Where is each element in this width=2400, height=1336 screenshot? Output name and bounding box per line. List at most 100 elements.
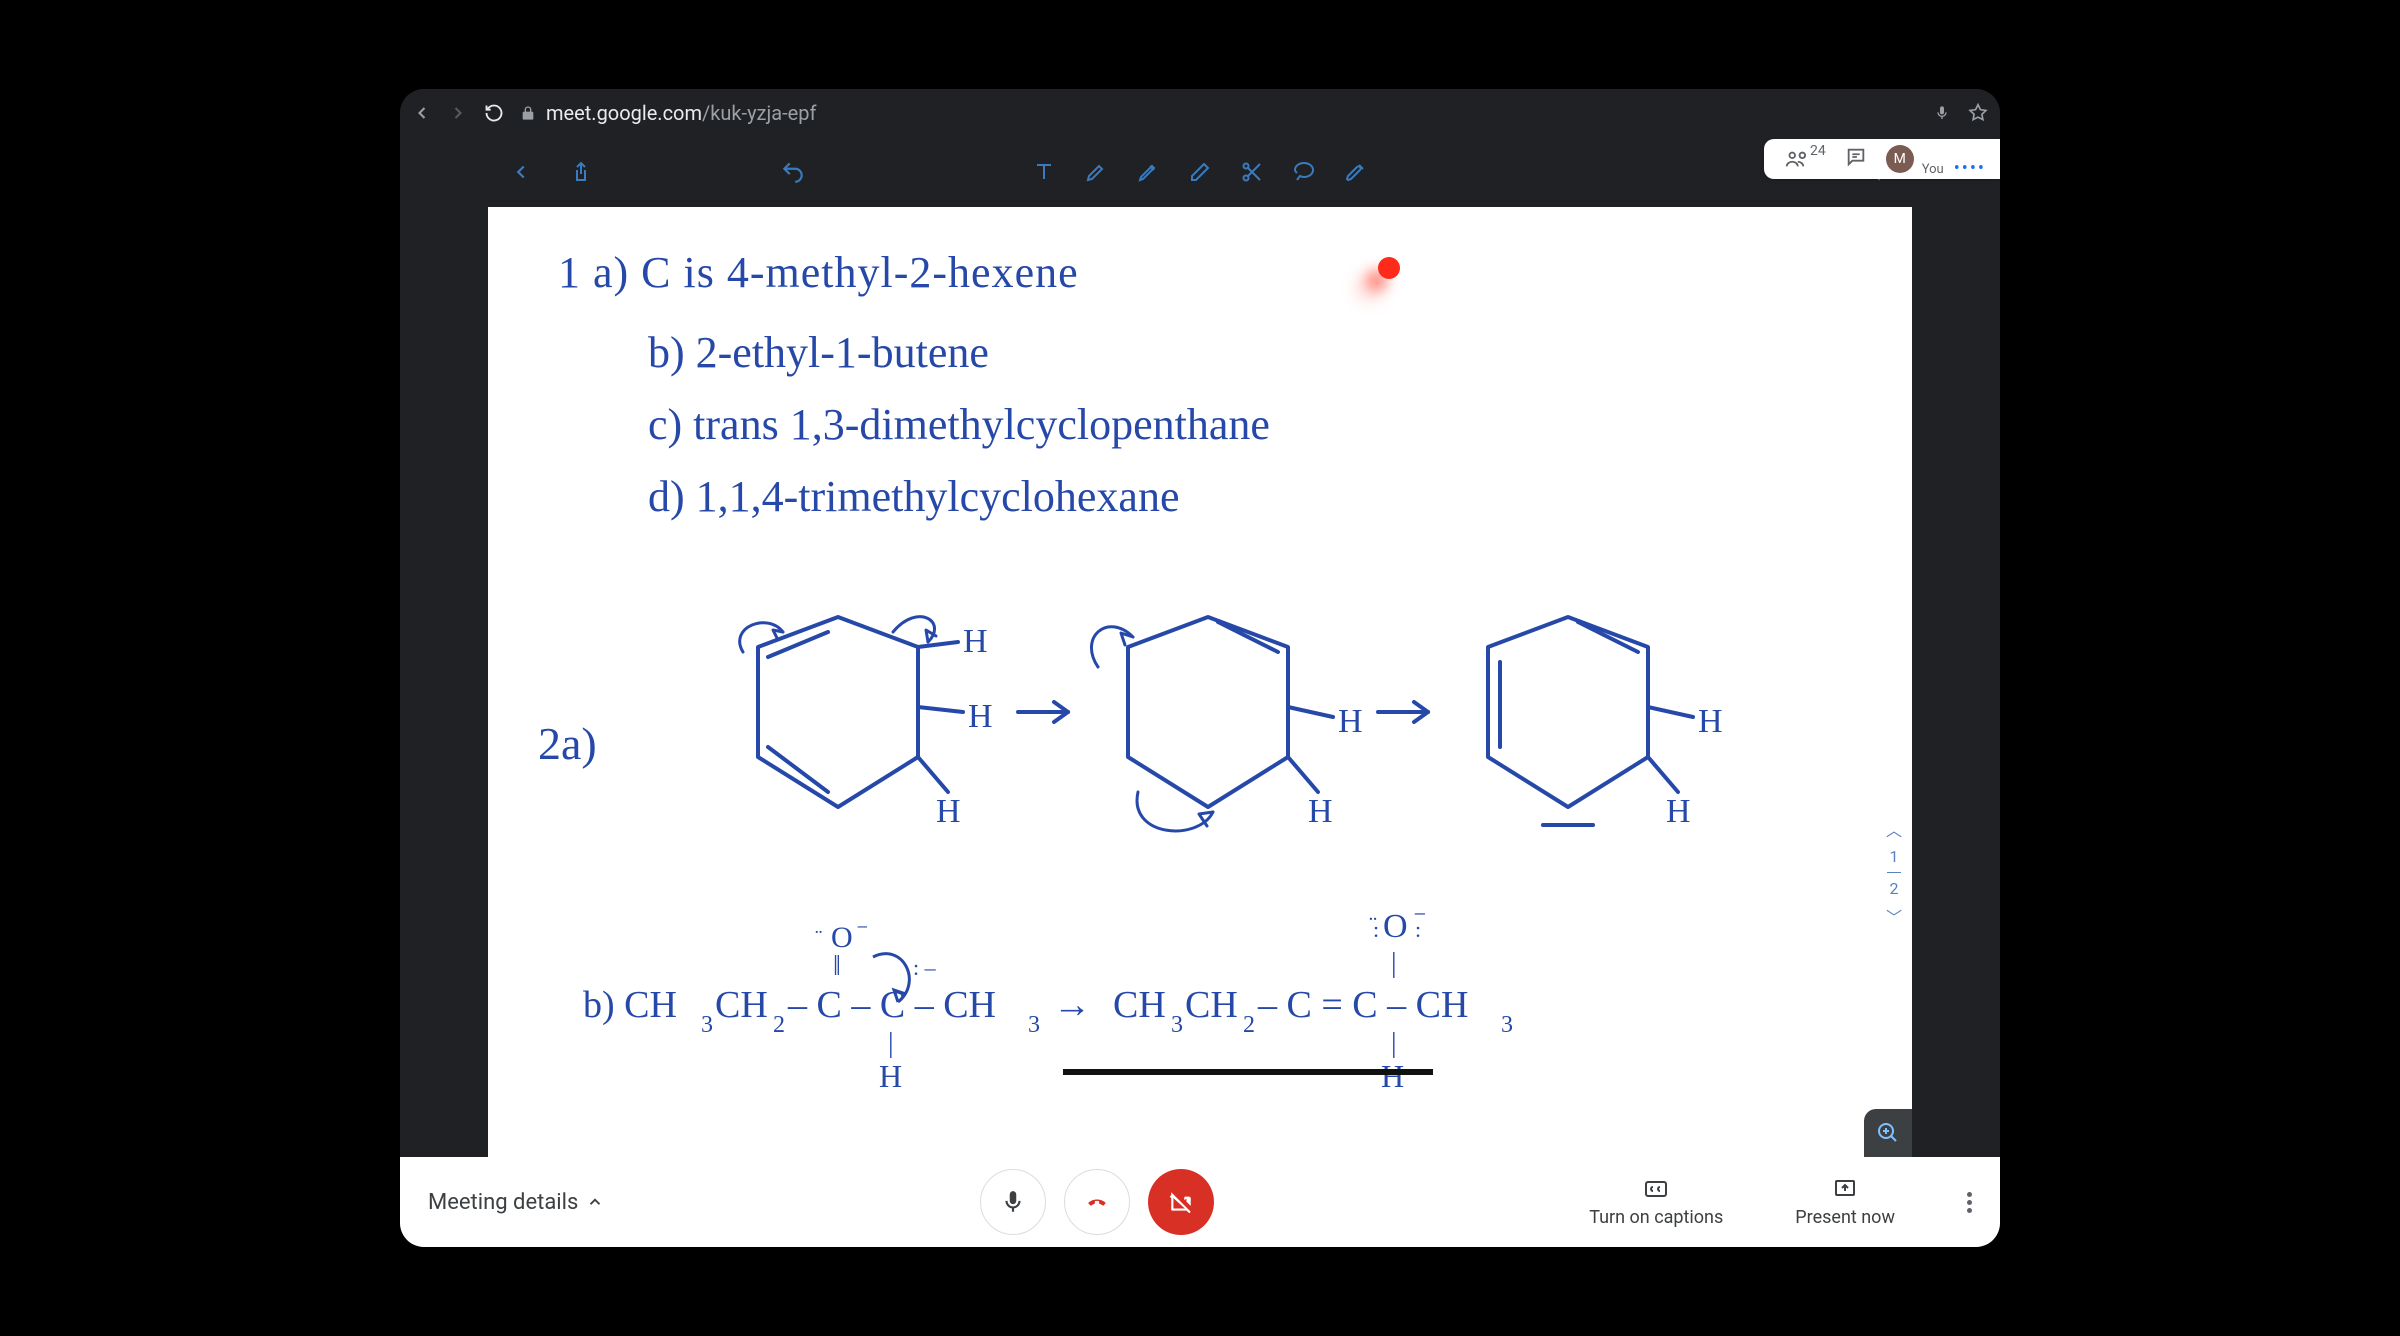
- svg-text:H: H: [1698, 703, 1723, 740]
- svg-text:– C = C – CH: – C = C – CH: [1257, 984, 1468, 1026]
- page-down-icon[interactable]: ﹀: [1886, 904, 1902, 928]
- url-path: /kuk-yzja-epf: [702, 101, 816, 125]
- svg-text:3: 3: [1501, 1012, 1513, 1038]
- meeting-footer: Meeting details Turn on captions Present…: [400, 1157, 2000, 1247]
- svg-text:H: H: [879, 1058, 902, 1094]
- meeting-details-button[interactable]: Meeting details: [428, 1190, 604, 1215]
- forward-icon[interactable]: [448, 103, 468, 123]
- svg-text:H: H: [1308, 793, 1333, 830]
- bookmark-star-icon[interactable]: [1968, 103, 1988, 123]
- page-up-icon[interactable]: ︿: [1886, 817, 1902, 841]
- microphone-button[interactable]: [980, 1169, 1046, 1235]
- svg-text:|: |: [888, 1028, 894, 1059]
- reload-icon[interactable]: [484, 103, 504, 123]
- avatar-letter: M: [1894, 151, 1906, 167]
- participants-count: 24: [1810, 143, 1826, 159]
- captions-icon: [1641, 1177, 1671, 1201]
- camera-button[interactable]: [1148, 1169, 1214, 1235]
- hangup-button[interactable]: [1064, 1169, 1130, 1235]
- question-2a-label: 2a): [538, 717, 597, 770]
- undo-icon[interactable]: [778, 157, 808, 187]
- meeting-details-label: Meeting details: [428, 1190, 578, 1215]
- svg-text:b) CH: b) CH: [583, 984, 677, 1026]
- svg-text:3: 3: [1028, 1012, 1040, 1038]
- url-bar[interactable]: meet.google.com/kuk-yzja-epf: [520, 101, 1918, 125]
- page-current: 1: [1889, 847, 1898, 866]
- url-host: meet.google.com: [546, 101, 702, 125]
- more-options-button[interactable]: [1967, 1192, 1972, 1213]
- people-icon: [1782, 148, 1808, 170]
- page-indicator: ︿ 1 2 ﹀: [1886, 817, 1902, 928]
- camera-off-icon: [1166, 1189, 1196, 1215]
- svg-text:H: H: [1666, 793, 1691, 830]
- svg-text:CH: CH: [715, 984, 768, 1026]
- meeting-stage: 24 M You •••• 1 a) C is 4-methyl-2-hexen…: [400, 137, 2000, 1157]
- captions-button[interactable]: Turn on captions: [1589, 1177, 1723, 1228]
- svg-text:H: H: [968, 698, 993, 735]
- lasso-tool-icon[interactable]: [1289, 157, 1319, 187]
- svg-text:O: O: [831, 921, 853, 954]
- microphone-icon: [1000, 1187, 1026, 1217]
- chem-structure-2a: H H H H: [638, 607, 1838, 877]
- zoom-in-button[interactable]: [1864, 1109, 1912, 1157]
- page-total: 2: [1889, 879, 1898, 898]
- present-icon: [1831, 1177, 1859, 1201]
- chevron-up-icon: [586, 1193, 604, 1211]
- svg-text:|: |: [1391, 948, 1397, 979]
- present-label: Present now: [1795, 1207, 1895, 1228]
- scissors-tool-icon[interactable]: [1237, 157, 1267, 187]
- answer-1b: b) 2-ethyl-1-butene: [648, 327, 989, 378]
- page-divider: [1887, 872, 1901, 873]
- back-icon[interactable]: [412, 103, 432, 123]
- answer-1a: 1 a) C is 4-methyl-2-hexene: [558, 247, 1079, 298]
- svg-text:: –: : –: [913, 955, 937, 980]
- svg-text:→: →: [1053, 984, 1091, 1026]
- svg-text:|: |: [1391, 1028, 1397, 1059]
- mic-url-icon[interactable]: [1934, 103, 1950, 123]
- browser-nav-bar: meet.google.com/kuk-yzja-epf: [400, 89, 2000, 137]
- browser-window: meet.google.com/kuk-yzja-epf: [400, 89, 2000, 1247]
- pen-tool-icon[interactable]: [1081, 157, 1111, 187]
- svg-text:H: H: [963, 623, 988, 660]
- answer-1d: d) 1,1,4-trimethylcyclohexane: [648, 471, 1179, 522]
- participants-button[interactable]: 24: [1782, 148, 1826, 170]
- svg-text::: :: [1415, 917, 1421, 942]
- back-chevron-icon[interactable]: [506, 157, 536, 187]
- text-tool-icon[interactable]: [1029, 157, 1059, 187]
- whiteboard-canvas[interactable]: 1 a) C is 4-methyl-2-hexene b) 2-ethyl-1…: [488, 207, 1912, 1157]
- svg-text:2: 2: [773, 1012, 785, 1038]
- share-icon[interactable]: [566, 157, 596, 187]
- laser-pointer-dot: [1378, 257, 1400, 279]
- chat-icon: [1844, 146, 1868, 168]
- svg-text:‖: ‖: [833, 951, 841, 982]
- connection-dots-icon: ••••: [1954, 158, 1986, 179]
- chat-button[interactable]: [1844, 146, 1868, 172]
- eraser-tool-icon[interactable]: [1185, 157, 1215, 187]
- lock-icon: [520, 105, 536, 121]
- present-now-button[interactable]: Present now: [1795, 1177, 1895, 1228]
- answer-1c: c) trans 1,3-dimethylcyclopenthane: [648, 399, 1270, 450]
- participants-pill: 24 M You ••••: [1764, 139, 2000, 179]
- svg-text:2: 2: [1243, 1012, 1255, 1038]
- media-controls: [980, 1169, 1214, 1235]
- svg-text:3: 3: [1171, 1012, 1183, 1038]
- svg-text:H: H: [1381, 1058, 1404, 1094]
- svg-text:CH: CH: [1185, 984, 1238, 1026]
- svg-text:O: O: [1383, 908, 1408, 945]
- highlighter-tool-icon[interactable]: [1133, 157, 1163, 187]
- svg-text:CH: CH: [1113, 984, 1166, 1026]
- svg-text:H: H: [1338, 703, 1363, 740]
- svg-text:¨: ¨: [815, 925, 822, 950]
- svg-text:⁻: ⁻: [856, 919, 869, 945]
- svg-text:H: H: [936, 793, 961, 830]
- avatar[interactable]: M: [1886, 145, 1914, 173]
- captions-label: Turn on captions: [1589, 1207, 1723, 1228]
- laser-tool-icon[interactable]: [1341, 157, 1371, 187]
- hangup-icon: [1080, 1192, 1114, 1212]
- zoom-in-icon: [1876, 1121, 1900, 1145]
- you-label: You: [1922, 162, 1944, 177]
- note-app-toolbar: [488, 137, 1912, 207]
- svg-text:3: 3: [701, 1012, 713, 1038]
- chem-structure-2b: b) CH 3 CH 2 – C – C – CH 3 O ¨ ⁻ ‖ |: [583, 897, 1633, 1097]
- svg-text:– C – C – CH: – C – C – CH: [787, 984, 996, 1026]
